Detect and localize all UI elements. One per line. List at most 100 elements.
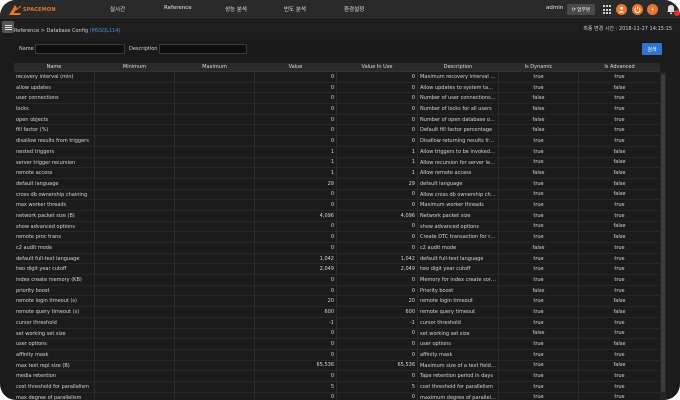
cell-maximum — [175, 114, 255, 125]
table-row[interactable]: set working set size 0 0 set working set si… — [14, 328, 660, 340]
cell-description: Allow triggers to be invoked wit... — [420, 146, 499, 157]
cell-minimum — [95, 296, 175, 307]
table-row[interactable]: max degree of parallelism 0 0 maximum degre… — [14, 392, 660, 400]
cell-minimum — [95, 114, 175, 125]
cell-value: 0 — [255, 93, 337, 104]
cell-description: user options — [418, 339, 499, 349]
user-icon[interactable] — [616, 4, 627, 15]
table-row[interactable]: server trigger recursion 1 1 Allow recursio… — [14, 157, 660, 169]
nav-item-frequency-analysis[interactable]: 빈도 분석 — [284, 5, 306, 13]
cell-maximum — [175, 104, 255, 114]
column-header-is-dynamic[interactable]: Is Dynamic — [499, 63, 579, 71]
cell-is-advanced: false — [613, 170, 626, 177]
column-header-maximum[interactable]: Maximum — [175, 63, 255, 71]
cell-value: 4,096 — [255, 210, 337, 221]
cell-value: 0 — [255, 221, 337, 232]
table-row[interactable]: disallow results from triggers 0 0 Disallow… — [14, 136, 660, 147]
table-row[interactable]: fill factor (%) 0 0 Default fill factor per… — [14, 125, 660, 137]
cell-name: recovery interval (min) — [14, 72, 95, 82]
cell-value-in-use: 1 — [337, 168, 418, 178]
brand-name: SPACEMON — [23, 7, 56, 13]
table-row[interactable]: max text repl size (B) 65,536 65,536 Maximu… — [14, 360, 660, 372]
table-row[interactable]: affinity mask 0 0 affinity mask true true — [14, 349, 660, 361]
logout-button-label: 업무명 — [576, 8, 591, 13]
table-row[interactable]: default language 29 29 default language true… — [14, 178, 660, 190]
table-row[interactable]: media retention 0 0 Tape retention period i… — [14, 371, 660, 382]
table-row[interactable]: remote login timeout (s) 20 20 remote login… — [14, 296, 660, 308]
table-row[interactable]: remote query timeout (s) 600 600 remote que… — [14, 307, 660, 318]
cell-value-in-use: 0 — [337, 339, 418, 349]
cell-minimum — [95, 275, 175, 285]
table-row[interactable]: cross db ownership chaining 0 0 Allow cross… — [14, 189, 660, 201]
table-row[interactable]: allow updates 0 0 Allow updates to system t… — [14, 82, 660, 94]
table-row[interactable]: default full-text language 1,042 1,042 defa… — [14, 253, 660, 265]
column-header-name[interactable]: Name — [14, 63, 95, 71]
cell-is-dynamic: true — [499, 349, 579, 360]
cell-value-in-use: 4,096 — [337, 210, 418, 221]
table-row[interactable]: locks 0 0 Number of locks for all users fals… — [14, 104, 660, 115]
cell-description: Maximum worker threads — [418, 200, 499, 210]
cell-value-in-use: 2,049 — [337, 264, 418, 275]
cell-description: Number of open database objects — [420, 114, 499, 125]
cell-maximum — [175, 168, 255, 178]
table-row[interactable]: network packet size (B) 4,096 4,096 Network… — [14, 210, 660, 222]
column-header-value[interactable]: Value — [255, 63, 337, 71]
cell-is-advanced: true — [614, 383, 625, 390]
table-row[interactable]: user options 0 0 user options true false — [14, 339, 660, 350]
app-window: SPACEMON 실시간 Reference 성능 분석 빈도 분석 환경설정 … — [0, 0, 680, 400]
cell-name: priority boost — [14, 285, 95, 296]
cell-description: cursor threshold — [418, 317, 499, 328]
cell-is-dynamic: false — [499, 328, 579, 339]
logout-button[interactable]: ⟳ 업무명 — [567, 4, 595, 15]
brand-logo[interactable]: SPACEMON — [8, 4, 56, 16]
table-row[interactable]: two digit year cutoff 2,049 2,049 two digit… — [14, 264, 660, 276]
cell-is-dynamic: false — [499, 104, 579, 114]
table-row[interactable]: c2 audit mode 0 0 c2 audit mode false true — [14, 243, 660, 254]
cell-description: affinity mask — [418, 349, 499, 360]
config-table: Name Minimum Maximum Value Value In Use … — [14, 63, 660, 400]
cell-value: 0 — [255, 275, 337, 285]
cell-value-in-use: 65,536 — [337, 360, 418, 371]
cell-value-in-use: 0 — [337, 189, 418, 200]
cell-maximum — [175, 125, 255, 136]
cell-minimum — [95, 146, 175, 157]
nav-item-performance-analysis[interactable]: 성능 분석 — [225, 5, 247, 13]
table-row[interactable]: nested triggers 1 1 Allow triggers to be in… — [14, 146, 660, 158]
table-row[interactable]: show advanced options 0 0 show advanced opt… — [14, 221, 660, 233]
column-header-description[interactable]: Description — [418, 63, 499, 71]
nav-item-settings[interactable]: 환경설정 — [344, 5, 364, 13]
table-row[interactable]: index create memory (KB) 0 0 Memory for ind… — [14, 275, 660, 286]
column-header-value-in-use[interactable]: Value In Use — [337, 63, 418, 71]
grid-icon[interactable] — [603, 5, 613, 15]
nav-item-reference[interactable]: Reference — [164, 5, 192, 11]
cell-maximum — [175, 157, 255, 168]
table-row[interactable]: remote access 1 1 Allow remote access false f… — [14, 168, 660, 179]
table-row[interactable]: priority boost 0 0 Priority boost false true — [14, 285, 660, 297]
search-button[interactable]: 검색 — [642, 43, 662, 55]
table-row[interactable]: user connections 0 0 Number of user connect… — [14, 93, 660, 105]
cell-value: 1 — [255, 157, 337, 168]
cell-description: Create DTC transaction for rem... — [420, 232, 499, 242]
table-row[interactable]: cursor threshold -1 -1 cursor threshold true… — [14, 317, 660, 329]
table-row[interactable]: cost threshold for parallelism 5 5 cost thr… — [14, 381, 660, 393]
cell-minimum — [95, 253, 175, 264]
table-row[interactable]: remote proc trans 0 0 Create DTC transactio… — [14, 232, 660, 243]
breadcrumb-target[interactable]: (MSSQL114) — [90, 28, 121, 34]
column-header-minimum[interactable]: Minimum — [95, 63, 175, 71]
name-filter-input[interactable] — [35, 44, 125, 54]
table-row[interactable]: max worker threads 0 0 Maximum worker threa… — [14, 200, 660, 211]
nav-item-realtime[interactable]: 실시간 — [110, 5, 125, 13]
notification-badge — [674, 10, 680, 16]
cell-name: server trigger recursion — [14, 157, 95, 168]
table-scrollbar-thumb[interactable] — [661, 74, 665, 392]
table-row[interactable]: open objects 0 0 Number of open database ob… — [14, 114, 660, 126]
column-header-is-advanced[interactable]: Is Advanced — [579, 63, 660, 71]
cell-is-dynamic: true — [499, 296, 579, 307]
cell-minimum — [95, 136, 175, 146]
power-icon[interactable] — [632, 4, 643, 15]
table-row[interactable]: recovery interval (min) 0 0 Maximum recover… — [14, 72, 660, 83]
info-icon[interactable] — [647, 4, 658, 15]
sidebar-toggle-icon[interactable] — [2, 21, 14, 33]
description-filter-input[interactable] — [159, 44, 247, 54]
cell-is-advanced: true — [614, 137, 625, 144]
